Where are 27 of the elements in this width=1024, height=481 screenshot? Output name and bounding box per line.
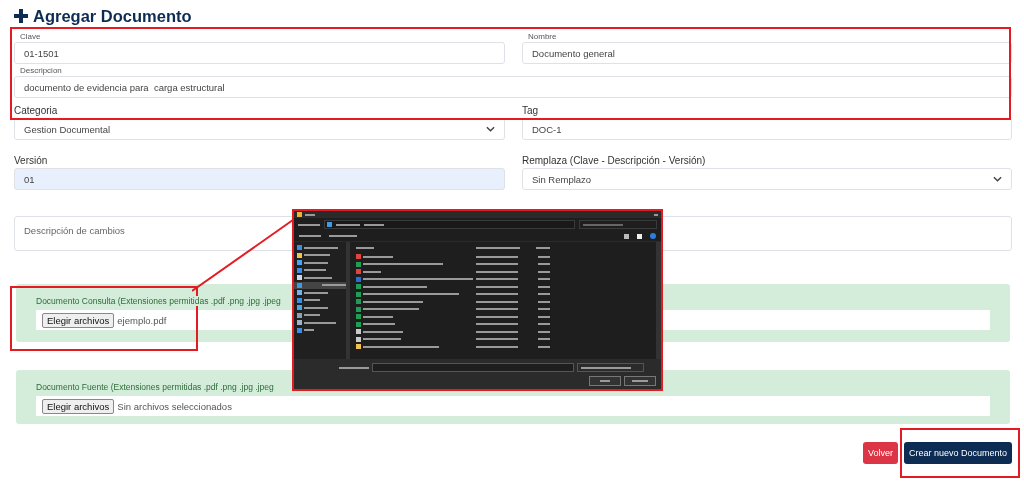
- nombre-field[interactable]: Documento general: [522, 42, 1012, 64]
- file-input[interactable]: Elegir archivos Sin archivos seleccionados: [36, 396, 990, 416]
- field-label: Descripcion: [19, 66, 63, 76]
- version-field[interactable]: 01: [14, 168, 505, 190]
- choose-files-button[interactable]: Elegir archivos: [42, 398, 115, 414]
- tag-field[interactable]: DOC-1: [522, 118, 1012, 140]
- upload-label: Documento Consulta (Extensiones permitidas .pdf .png .jpg .jpeg: [36, 296, 281, 306]
- clave-field[interactable]: 01-1501: [14, 42, 505, 64]
- choose-files-button[interactable]: Elegir archivos: [42, 312, 115, 328]
- plus-icon: [14, 9, 28, 23]
- back-button[interactable]: Volver: [862, 442, 898, 464]
- categoria-select[interactable]: Gestion Documental: [14, 118, 505, 140]
- file-status: Sin archivos seleccionados: [117, 400, 232, 412]
- field-label: Nombre: [527, 32, 558, 42]
- file-status: ejemplo.pdf: [117, 314, 167, 326]
- field-label: Tag: [522, 104, 539, 118]
- field-label: Versión: [14, 154, 48, 168]
- field-label: Clave: [19, 32, 42, 42]
- field-label: Remplaza (Clave - Descripción - Versión): [522, 154, 706, 168]
- create-button[interactable]: Crear nuevo Documento: [903, 442, 1012, 464]
- upload-label: Documento Fuente (Extensiones permitidas .pdf .png .jpg .jpeg: [36, 382, 274, 392]
- remplaza-select[interactable]: Sin Remplazo: [522, 168, 1012, 190]
- field-label: Categoria: [14, 104, 58, 118]
- chevron-down-icon: [486, 126, 495, 132]
- page-title: Agregar Documento: [33, 6, 192, 26]
- descripcion-field[interactable]: documento de evidencia para carga estructural: [14, 76, 1012, 98]
- chevron-down-icon: [993, 176, 1002, 182]
